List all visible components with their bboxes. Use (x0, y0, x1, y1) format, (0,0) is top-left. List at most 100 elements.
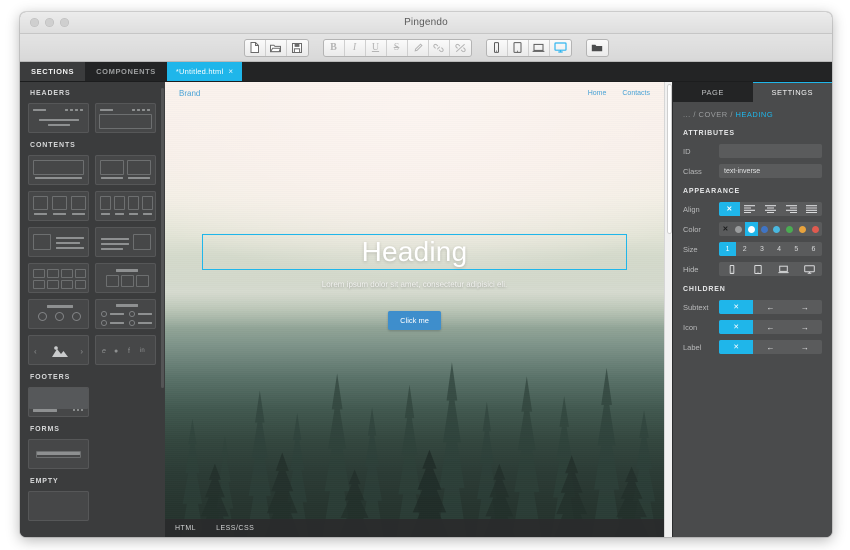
color-swatch-green[interactable] (783, 222, 796, 236)
align-left-button[interactable] (740, 202, 761, 216)
size-option-4[interactable]: 4 (771, 242, 788, 256)
thumbnail-footer-1[interactable] (28, 387, 89, 417)
sidebar-group-empty: EMPTY (30, 478, 59, 485)
close-icon[interactable]: × (228, 67, 233, 76)
thumbnail-social[interactable]: 𝑒 ● f in (95, 335, 156, 365)
size-option-3[interactable]: 3 (753, 242, 770, 256)
tab-page[interactable]: PAGE (673, 82, 753, 102)
new-file-icon[interactable] (245, 39, 266, 56)
hide-desktop-icon[interactable] (796, 262, 822, 276)
open-folder-icon[interactable] (266, 39, 287, 56)
color-swatch-gray[interactable] (732, 222, 745, 236)
highlighter-icon[interactable] (408, 39, 429, 56)
thumbnail-form-1[interactable] (28, 439, 89, 469)
unlink-icon[interactable] (450, 40, 471, 56)
thumbnail-content-4[interactable] (95, 191, 156, 221)
subtext-remove-button[interactable]: ✕ (719, 300, 754, 314)
italic-icon[interactable]: I (345, 39, 366, 56)
size-option-2[interactable]: 2 (736, 242, 753, 256)
thumbnail-content-10[interactable] (95, 299, 156, 329)
hero-heading[interactable]: Heading (362, 236, 468, 268)
tab-components[interactable]: COMPONENTS (85, 62, 167, 81)
align-center-button[interactable] (760, 202, 781, 216)
size-option-1[interactable]: 1 (719, 242, 737, 256)
id-input[interactable] (719, 144, 822, 158)
page-preview[interactable]: Brand Home Contacts Heading Lorem ipsum … (165, 82, 664, 537)
canvas-scrollbar[interactable] (664, 82, 672, 537)
app-window: Pingendo B I U S SECTIONS COMPONENTS *Un… (20, 12, 832, 537)
preview-navbar: Brand Home Contacts (165, 82, 664, 104)
file-toolbar-group (243, 38, 309, 57)
phone-icon[interactable] (487, 39, 508, 56)
icon-move-left-button[interactable]: ← (753, 320, 787, 334)
footers-thumbnails (28, 387, 157, 417)
underline-icon[interactable]: U (366, 39, 387, 56)
thumbnail-content-1[interactable] (28, 155, 89, 185)
tablet-icon[interactable] (508, 39, 529, 56)
canvas-scrollbar-thumb[interactable] (666, 84, 672, 234)
tab-sections[interactable]: SECTIONS (20, 62, 86, 81)
nav-link-contacts[interactable]: Contacts (622, 90, 650, 97)
thumbnail-content-7[interactable] (28, 263, 89, 293)
document-tab-label: *Untitled.html (175, 67, 224, 76)
label-controls: ✕ ← → (719, 340, 822, 354)
link-icon[interactable] (429, 39, 450, 56)
strikethrough-icon[interactable]: S (387, 39, 408, 56)
hide-laptop-icon[interactable] (771, 262, 797, 276)
tab-html[interactable]: HTML (165, 525, 206, 532)
label-label: Label (683, 342, 702, 352)
sidebar-group-contents: CONTENTS (30, 142, 76, 149)
save-file-icon[interactable] (287, 40, 308, 56)
sidebar-scrollbar[interactable] (161, 88, 164, 388)
thumbnail-carousel[interactable]: ‹ › (28, 335, 89, 365)
label-move-right-button[interactable]: → (788, 340, 822, 354)
label-remove-button[interactable]: ✕ (719, 340, 754, 354)
sections-sidebar: HEADERS CONTENTS ‹ › 𝑒 ● f in FOOTERS FO… (20, 82, 165, 537)
color-swatch-blue[interactable] (758, 222, 771, 236)
align-none-button[interactable]: ✕ (719, 202, 740, 216)
hide-phone-icon[interactable] (719, 262, 745, 276)
color-swatch-orange[interactable] (796, 222, 809, 236)
hero-cta-button[interactable]: Click me (388, 311, 441, 330)
align-justify-button[interactable] (801, 202, 822, 216)
icon-remove-button[interactable]: ✕ (719, 320, 754, 334)
subtext-controls: ✕ ← → (719, 300, 822, 314)
desktop-icon[interactable] (550, 40, 571, 56)
bold-icon[interactable]: B (324, 39, 345, 56)
breadcrumb-cover[interactable]: COVER (699, 110, 728, 119)
row-label: Label ✕ ← → (683, 340, 822, 354)
align-right-button[interactable] (781, 202, 802, 216)
color-swatch-white[interactable] (744, 222, 758, 236)
subtext-move-left-button[interactable]: ← (753, 300, 787, 314)
subtext-move-right-button[interactable]: → (788, 300, 822, 314)
navbar-brand[interactable]: Brand (179, 89, 200, 98)
thumbnail-content-6[interactable] (95, 227, 156, 257)
size-option-5[interactable]: 5 (788, 242, 805, 256)
thumbnail-header-1[interactable] (28, 103, 89, 133)
hide-tablet-icon[interactable] (745, 262, 771, 276)
icon-move-right-button[interactable]: → (788, 320, 822, 334)
thumbnail-content-8[interactable] (95, 263, 156, 293)
folder-icon[interactable] (587, 40, 608, 56)
document-tab[interactable]: *Untitled.html × (166, 62, 243, 81)
thumbnail-content-2[interactable] (95, 155, 156, 185)
thumbnail-content-5[interactable] (28, 227, 89, 257)
label-move-left-button[interactable]: ← (753, 340, 787, 354)
heading-selection-box[interactable]: Heading (202, 234, 627, 270)
thumbnail-empty-1[interactable] (28, 491, 89, 521)
laptop-icon[interactable] (529, 39, 550, 56)
class-input[interactable]: text-inverse (719, 164, 822, 178)
thumbnail-header-2[interactable] (95, 103, 156, 133)
thumbnail-content-9[interactable] (28, 299, 89, 329)
breadcrumb-root[interactable]: ... (683, 110, 691, 119)
hero-subtitle[interactable]: Lorem ipsum dolor sit amet, consectetur … (165, 280, 664, 289)
thumbnail-content-3[interactable] (28, 191, 89, 221)
size-option-6[interactable]: 6 (805, 242, 822, 256)
color-swatch-cyan[interactable] (771, 222, 784, 236)
nav-link-home[interactable]: Home (588, 90, 607, 97)
tab-settings[interactable]: SETTINGS (752, 82, 832, 102)
color-swatch-red[interactable] (809, 222, 822, 236)
tab-lesscss[interactable]: LESS/CSS (206, 525, 264, 532)
color-swatch-none[interactable]: ✕ (719, 222, 732, 236)
breadcrumb-current: HEADING (735, 110, 774, 119)
